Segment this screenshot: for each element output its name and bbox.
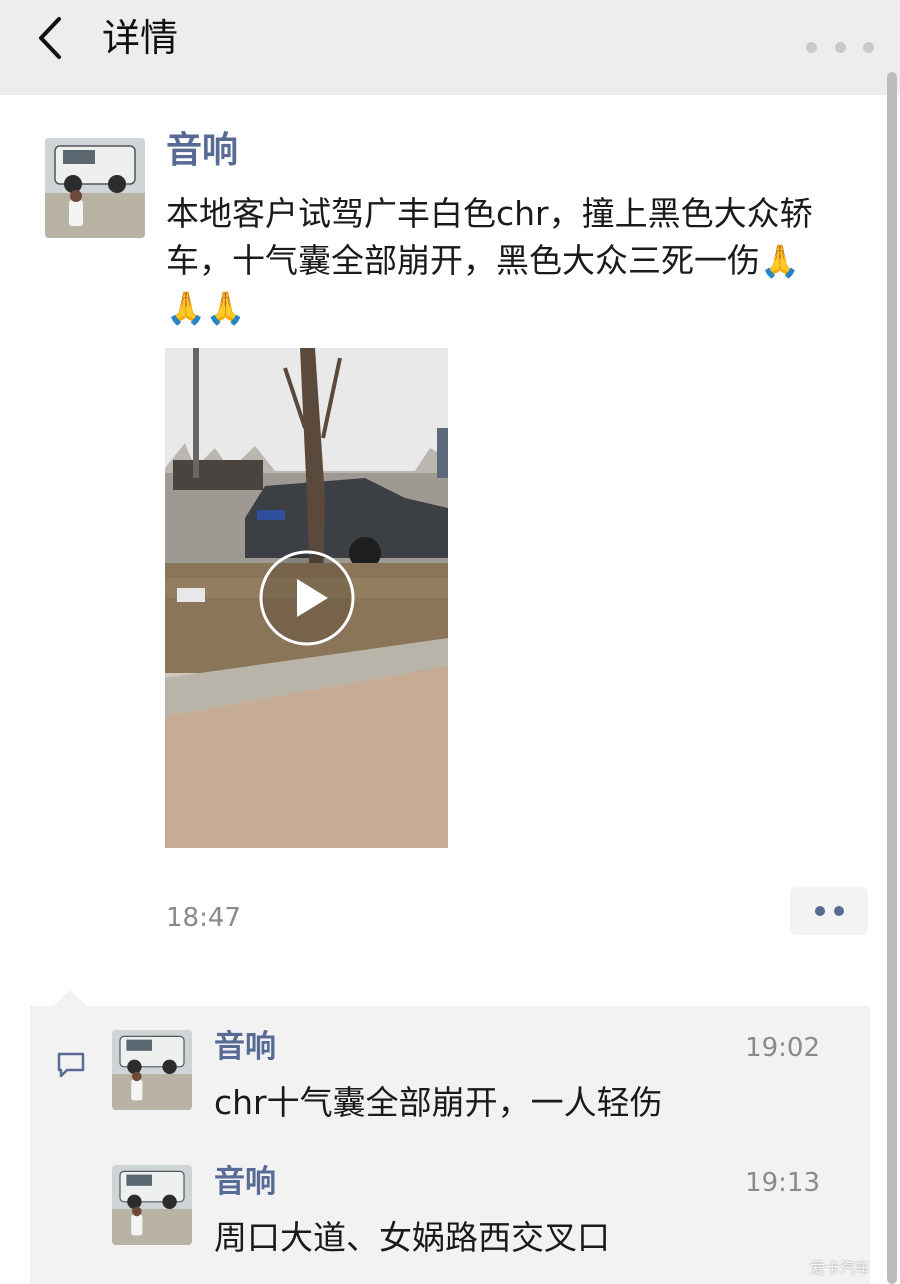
scrollbar[interactable] xyxy=(887,72,897,1284)
comment-timestamp: 19:02 xyxy=(745,1033,820,1063)
comment-text[interactable]: chr十气囊全部崩开，一人轻伤 xyxy=(214,1080,663,1126)
comment-item: 音响 19:13 周口大道、女娲路西交叉口 xyxy=(30,1143,870,1263)
post-text-main: 本地客户试驾广丰白色chr，撞上黑色大众轿车，十气囊全部崩开，黑色大众三死一伤 xyxy=(166,194,813,280)
comment-author-avatar[interactable] xyxy=(112,1030,192,1110)
praying-hands-icon: 🙏 xyxy=(760,242,800,280)
action-dots-icon xyxy=(814,906,825,916)
nav-bar: 详情 xyxy=(0,0,900,95)
comment-panel-arrow xyxy=(52,990,88,1007)
watermark: 爱卡汽车 xyxy=(809,1259,870,1277)
comment-author-name[interactable]: 音响 xyxy=(214,1161,276,1203)
comment-author-name[interactable]: 音响 xyxy=(214,1026,276,1068)
back-button[interactable] xyxy=(30,14,70,62)
comment-timestamp: 19:13 xyxy=(745,1168,820,1198)
more-button[interactable] xyxy=(806,30,874,64)
post-author-name[interactable]: 音响 xyxy=(166,126,238,176)
praying-hands-icon: 🙏 xyxy=(166,289,206,327)
post-author-avatar[interactable] xyxy=(45,138,145,238)
more-dots-icon xyxy=(806,41,817,53)
chevron-left-icon xyxy=(39,17,61,59)
comment-author-avatar[interactable] xyxy=(112,1165,192,1245)
action-dot xyxy=(833,906,844,916)
comment-item: 音响 19:02 chr十气囊全部崩开，一人轻伤 xyxy=(30,1008,870,1128)
more-dot xyxy=(863,41,874,53)
comment-text[interactable]: 周口大道、女娲路西交叉口 xyxy=(214,1215,610,1261)
comment-panel: 音响 19:02 chr十气囊全部崩开，一人轻伤 音响 19:13 周口大道、女… xyxy=(30,1006,870,1284)
post-timestamp: 18:47 xyxy=(166,903,241,933)
more-dot xyxy=(834,41,846,53)
video-thumbnail[interactable] xyxy=(165,348,448,848)
praying-hands-icon: 🙏 xyxy=(205,289,246,327)
post-action-button[interactable] xyxy=(790,887,868,935)
page-title: 详情 xyxy=(102,16,179,60)
play-icon xyxy=(259,550,355,646)
post-text: 本地客户试驾广丰白色chr，撞上黑色大众轿车，十气囊全部崩开，黑色大众三死一伤🙏… xyxy=(166,190,856,331)
